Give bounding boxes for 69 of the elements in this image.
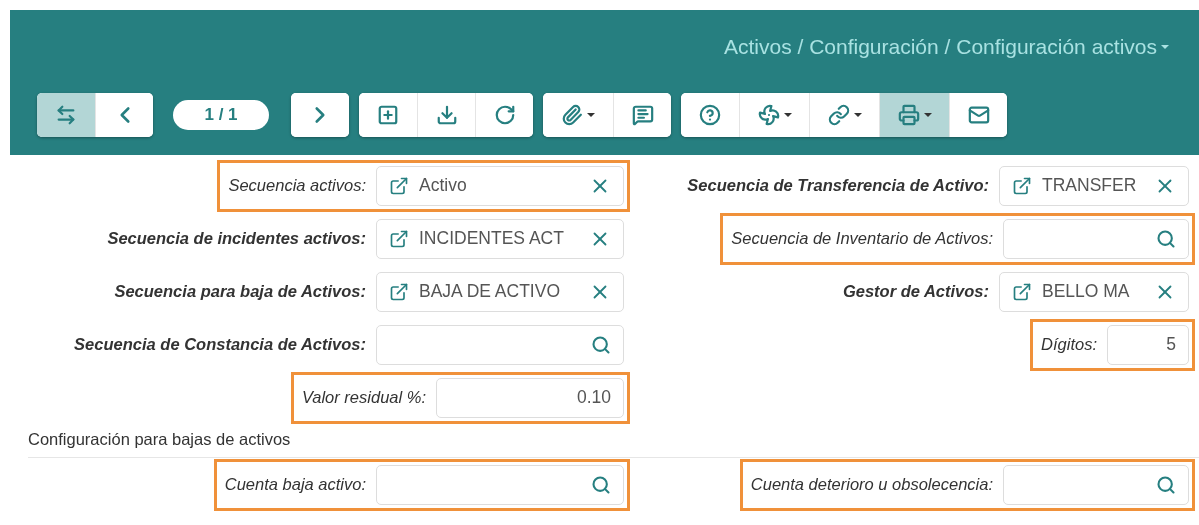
toolbar-button[interactable] [417,93,475,137]
field-label: Valor residual %: [301,388,426,407]
caret-icon [853,113,862,117]
external-link-icon [389,228,409,249]
field-label: Secuencia de Transferencia de Activo: [687,176,989,195]
printer-icon [897,104,920,126]
mail-icon [967,104,990,126]
search-field[interactable] [1003,464,1189,505]
field-label: Secuencia de Constancia de Activos: [74,335,366,354]
section-title: Configuración para bajas de activos [28,430,291,448]
field-value: BELLO MA [1042,281,1131,302]
external-link-icon [389,175,409,196]
caret-icon [783,113,792,117]
lookup-field[interactable]: Activo [376,165,624,206]
fan-icon [757,104,780,126]
toolbar-button[interactable] [543,93,613,137]
search-field[interactable] [376,464,624,505]
field-label: Secuencia de Inventario de Activos: [731,229,993,248]
field-label: Secuencia activos: [228,176,366,195]
toolbar-button[interactable] [359,93,417,137]
field-value: BAJA DE ACTIVO [419,281,562,302]
swap-arrows-icon [55,104,77,126]
toolbar-button[interactable] [475,93,533,137]
field-label: Dígitos: [1041,335,1097,354]
toolbar-button[interactable] [95,93,153,137]
caret-icon [1161,45,1169,49]
search-field[interactable] [376,324,624,365]
field-value: 5 [1165,334,1176,355]
lookup-field[interactable]: BELLO MA [999,271,1189,312]
field-value: TRANSFER [1042,175,1138,196]
toolbar-button[interactable] [37,93,95,137]
paperclip-icon [561,104,583,126]
field-label: Gestor de Activos: [842,282,989,301]
help-icon [699,104,721,126]
field-label: Secuencia de incidentes activos: [107,229,366,248]
refresh-icon [493,104,516,126]
field-value: Activo [419,175,468,196]
lookup-field[interactable]: BAJA DE ACTIVO [376,271,624,312]
toolbar-button[interactable] [809,93,879,137]
lookup-field[interactable]: TRANSFER [999,165,1189,206]
download-icon [435,104,458,126]
search-icon[interactable] [1156,228,1176,249]
search-icon[interactable] [591,474,611,495]
caret-icon [587,113,595,117]
comment-icon [631,104,654,126]
search-icon[interactable] [1156,474,1176,495]
toolbar-button[interactable] [739,93,809,137]
caret-icon [923,113,932,117]
toolbar-button[interactable] [949,93,1007,137]
number-field[interactable]: 5 [1107,324,1189,365]
toolbar-button[interactable] [879,93,949,137]
external-link-icon [389,281,409,302]
toolbar-button[interactable] [681,93,739,137]
field-value: 0.10 [575,387,611,408]
field-label: Secuencia para baja de Activos: [114,282,366,301]
external-link-icon [1012,281,1032,302]
number-field[interactable]: 0.10 [436,377,624,418]
field-label: Cuenta baja activo: [224,475,366,494]
toolbar-button[interactable] [613,93,671,137]
search-icon[interactable] [591,334,611,355]
field-value: INCIDENTES ACT [419,228,565,249]
pager: 1 / 1 [173,100,269,130]
search-field[interactable] [1003,218,1189,259]
external-link-icon [1012,175,1032,196]
lookup-field[interactable]: INCIDENTES ACT [376,218,624,259]
plus-square-icon [377,104,399,126]
toolbar-button[interactable] [291,93,349,137]
field-label: Cuenta deterioro u obsolecencia: [750,475,993,494]
link-icon [827,104,850,126]
